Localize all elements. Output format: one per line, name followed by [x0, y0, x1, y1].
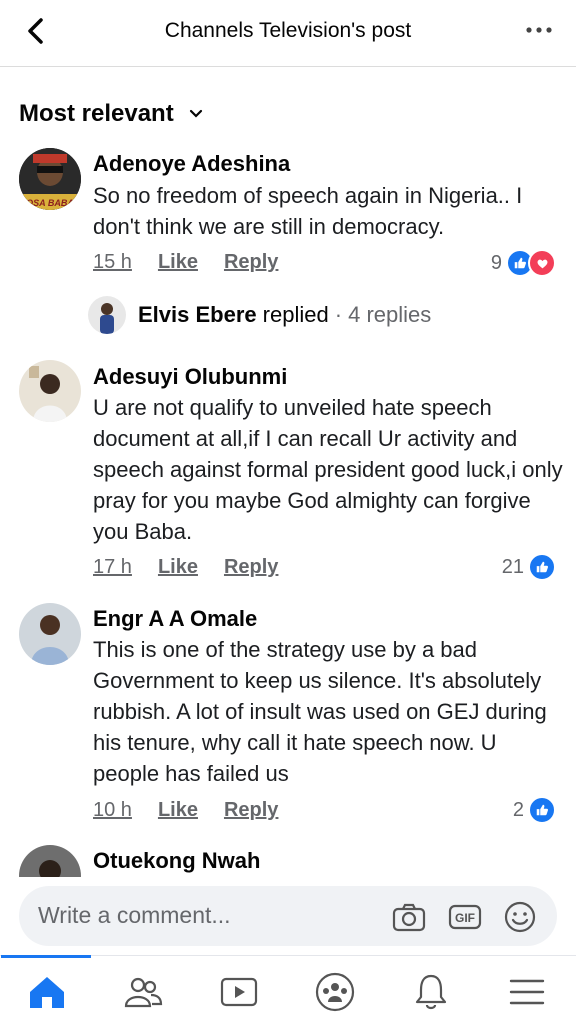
love-icon — [528, 249, 556, 277]
home-icon — [30, 977, 64, 1008]
bottom-nav — [0, 955, 576, 1025]
emoji-icon[interactable] — [502, 899, 538, 935]
groups-icon — [315, 972, 355, 1012]
gif-icon[interactable]: GIF — [447, 899, 483, 935]
avatar[interactable] — [19, 603, 81, 665]
commenter-name[interactable]: Adesuyi Olubunmi — [93, 364, 287, 390]
avatar-logo-text: OSA BABA — [26, 198, 74, 208]
like-button[interactable]: Like — [158, 556, 198, 579]
replied-verb: replied — [262, 302, 329, 327]
reply-button[interactable]: Reply — [224, 799, 278, 822]
replier-avatar — [88, 296, 126, 334]
comment-time[interactable]: 17 h — [93, 556, 132, 579]
reply-button[interactable]: Reply — [224, 251, 278, 274]
menu-icon — [509, 979, 545, 1005]
commenter-name[interactable]: Otuekong Nwah — [93, 848, 260, 874]
camera-icon[interactable] — [391, 899, 427, 935]
chevron-down-icon — [189, 109, 202, 118]
replies-link[interactable]: Elvis Ebere replied · 4 replies — [88, 296, 431, 334]
reactions[interactable]: 21 — [502, 553, 556, 581]
sort-label: Most relevant — [19, 100, 174, 127]
like-icon — [528, 796, 556, 824]
comment-time[interactable]: 10 h — [93, 799, 132, 822]
sort-dropdown[interactable]: Most relevant — [19, 100, 204, 128]
reactions[interactable]: 2 — [513, 796, 556, 824]
comment-input[interactable]: Write a comment... — [38, 902, 231, 929]
reactions[interactable]: 9 — [491, 249, 556, 277]
avatar[interactable] — [19, 360, 81, 422]
commenter-name[interactable]: Engr A A Omale — [93, 606, 257, 632]
comment-composer[interactable]: Write a comment... GIF — [19, 886, 557, 946]
notifications-icon — [415, 974, 447, 1010]
like-icon — [528, 553, 556, 581]
reaction-count: 9 — [490, 251, 502, 274]
like-button[interactable]: Like — [158, 799, 198, 822]
like-button[interactable]: Like — [158, 251, 198, 274]
reaction-count: 2 — [512, 798, 524, 821]
tab-friends[interactable] — [121, 970, 165, 1014]
reply-count: · 4 replies — [334, 302, 432, 327]
comment-text: So no freedom of speech again in Nigeria… — [93, 183, 523, 239]
comment-text: U are not qualify to unveiled hate speec… — [93, 395, 563, 544]
commenter-name[interactable]: Adenoye Adeshina — [93, 151, 290, 177]
tab-menu[interactable] — [505, 970, 549, 1014]
tab-home[interactable] — [1, 955, 91, 1014]
comment-actions: 10 h Like Reply — [93, 799, 278, 822]
watch-icon — [220, 977, 258, 1007]
comment-actions: 15 h Like Reply — [93, 251, 278, 274]
tab-watch[interactable] — [217, 970, 261, 1014]
friends-icon — [124, 977, 163, 1008]
more-icon[interactable] — [524, 20, 554, 40]
svg-text:GIF: GIF — [455, 911, 475, 925]
reaction-count: 21 — [501, 555, 524, 578]
replier-name: Elvis Ebere — [138, 302, 257, 327]
comment-text: This is one of the strategy use by a bad… — [93, 637, 547, 786]
comment-time[interactable]: 15 h — [93, 251, 132, 274]
avatar[interactable]: OSA BABA — [19, 148, 81, 210]
tab-notifications[interactable] — [409, 970, 453, 1014]
reply-button[interactable]: Reply — [224, 556, 278, 579]
comment-actions: 17 h Like Reply — [93, 556, 278, 579]
page-title: Channels Television's post — [164, 19, 412, 42]
top-bar: Channels Television's post — [0, 0, 576, 67]
tab-groups[interactable] — [313, 970, 357, 1014]
